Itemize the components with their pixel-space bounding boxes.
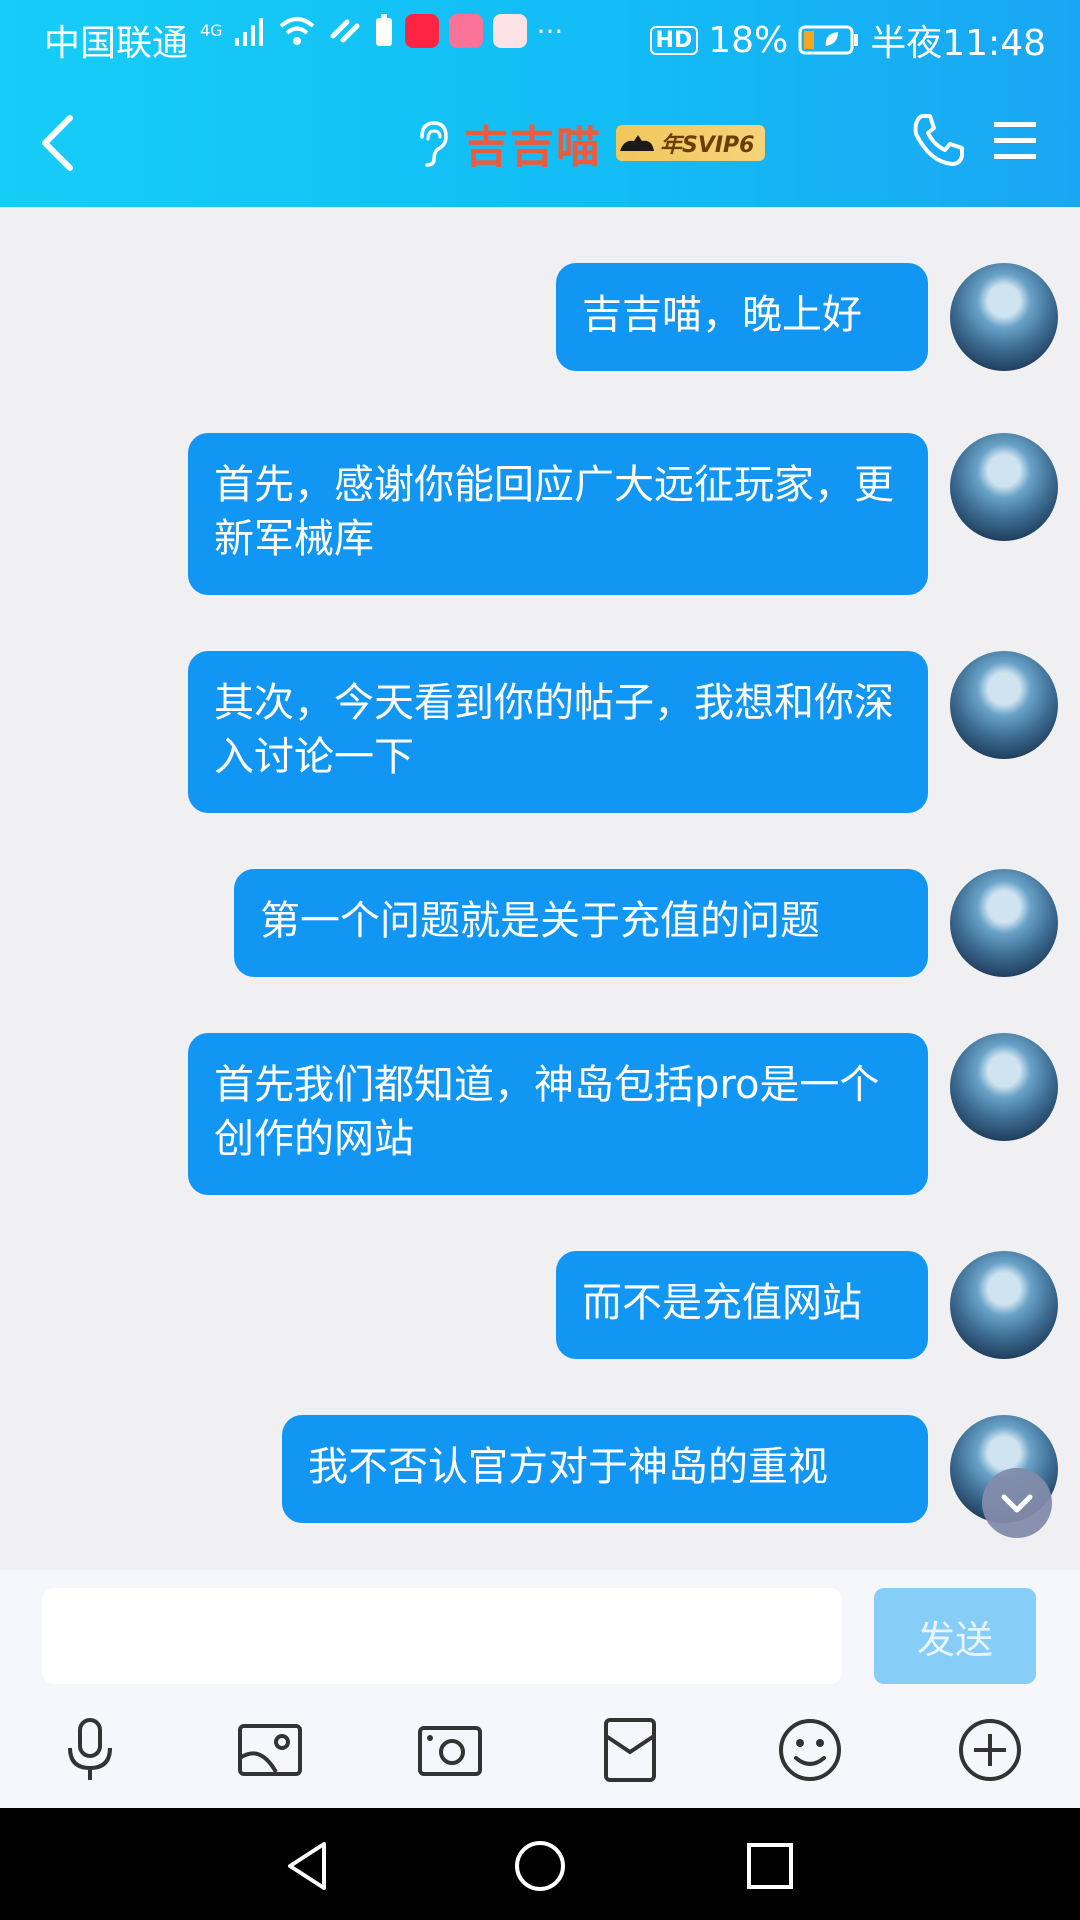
message-row: 首先，感谢你能回应广大远征玩家，更新军械库 (188, 433, 1058, 595)
message-bubble[interactable]: 首先，感谢你能回应广大远征玩家，更新军械库 (188, 433, 928, 595)
status-right: HD 18% 半夜11:48 (649, 14, 1046, 66)
link-icon (330, 19, 360, 43)
user-avatar[interactable] (950, 651, 1058, 759)
user-avatar[interactable] (950, 1251, 1058, 1359)
chat-area[interactable]: 吉吉喵，晚上好 首先，感谢你能回应广大远征玩家，更新军械库 其次，今天看到你的帖… (0, 207, 1080, 1570)
signal-icon (234, 18, 263, 46)
user-avatar[interactable] (950, 869, 1058, 977)
message-row: 其次，今天看到你的帖子，我想和你深入讨论一下 (188, 651, 1058, 813)
message-row: 吉吉喵，晚上好 (556, 263, 1058, 371)
picture-icon[interactable] (234, 1714, 306, 1786)
microphone-icon[interactable] (54, 1714, 126, 1786)
message-bubble[interactable]: 首先我们都知道，神岛包括pro是一个创作的网站 (188, 1033, 928, 1195)
input-toolbar (0, 1700, 1080, 1808)
camera-icon[interactable] (414, 1714, 486, 1786)
send-button[interactable]: 发送 (874, 1588, 1036, 1684)
message-bubble[interactable]: 其次，今天看到你的帖子，我想和你深入讨论一下 (188, 651, 928, 813)
back-button[interactable] (30, 108, 90, 178)
battery-icon (798, 25, 859, 55)
message-bubble[interactable]: 我不否认官方对于神岛的重视 (282, 1415, 928, 1523)
contact-name: 吉吉喵 (464, 122, 602, 173)
system-nav-bar (0, 1808, 1080, 1920)
message-row: 首先我们都知道，神岛包括pro是一个创作的网站 (188, 1033, 1058, 1195)
input-area: 发送 (0, 1570, 1080, 1808)
phone-call-button[interactable] (908, 110, 968, 170)
status-bar: 中国联通 4G ··· HD 18% 半夜11:48 (0, 0, 1080, 78)
message-row: 而不是充值网站 (556, 1251, 1058, 1359)
red-packet-icon[interactable] (594, 1714, 666, 1786)
message-row: 第一个问题就是关于充值的问题 (234, 869, 1058, 977)
message-bubble[interactable]: 吉吉喵，晚上好 (556, 263, 928, 371)
gift-notification-icon (492, 14, 527, 48)
home-circle-icon[interactable] (512, 1838, 568, 1894)
title-bar: 吉吉喵 年SVIP6 (0, 78, 1080, 207)
app-header: 中国联通 4G ··· HD 18% 半夜11:48 吉吉喵 年SVIP6 (0, 0, 1080, 207)
message-row: 我不否认官方对于神岛的重视 (282, 1415, 1058, 1523)
status-icons: 4G ··· (200, 14, 563, 48)
bilibili-notification-icon (448, 14, 483, 48)
user-avatar[interactable] (950, 263, 1058, 371)
user-avatar[interactable] (950, 433, 1058, 541)
scroll-to-bottom-button[interactable] (982, 1468, 1052, 1538)
carrier-label: 中国联通 (44, 23, 189, 64)
xiaohongshu-notification-icon (404, 14, 439, 48)
battery-percent: 18% (708, 19, 789, 61)
hd-badge: HD (649, 25, 699, 55)
wifi-icon (279, 17, 314, 45)
battery-saver-icon (375, 14, 392, 46)
back-triangle-icon[interactable] (280, 1838, 336, 1894)
menu-button[interactable] (990, 116, 1040, 166)
svip-badge-label: 年SVIP6 (660, 133, 755, 158)
message-bubble[interactable]: 而不是充值网站 (556, 1251, 928, 1359)
clock: 半夜11:48 (870, 23, 1046, 64)
message-bubble[interactable]: 第一个问题就是关于充值的问题 (234, 869, 928, 977)
svip-badge: 年SVIP6 (616, 125, 765, 161)
more-notifications-icon: ··· (536, 14, 564, 48)
plus-icon[interactable] (954, 1714, 1026, 1786)
cat-icon (620, 135, 654, 151)
message-input[interactable] (42, 1588, 842, 1684)
network-type-label: 4G (200, 21, 223, 40)
earpiece-mode-icon[interactable] (414, 119, 450, 167)
contact-title[interactable]: 吉吉喵 年SVIP6 (414, 113, 765, 173)
user-avatar[interactable] (950, 1033, 1058, 1141)
recents-square-icon[interactable] (742, 1838, 798, 1894)
emoji-icon[interactable] (774, 1714, 846, 1786)
